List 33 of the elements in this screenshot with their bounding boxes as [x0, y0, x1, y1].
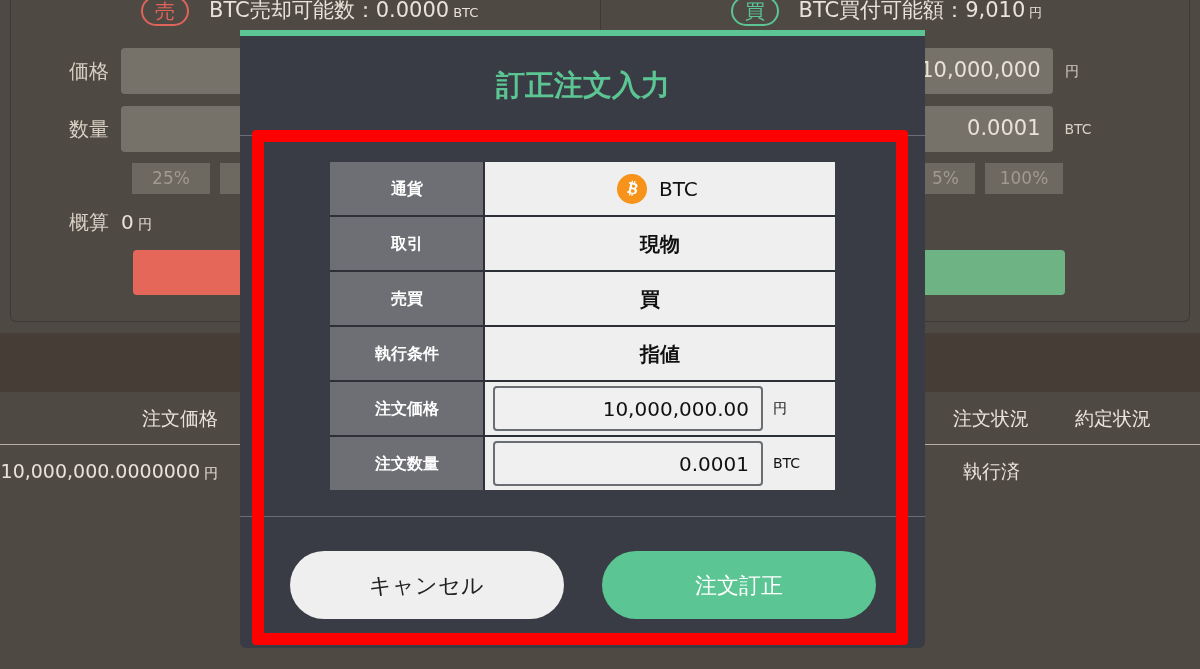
detail-label: 通貨 [330, 162, 483, 215]
detail-label: 執行条件 [330, 327, 483, 380]
submit-button[interactable]: 注文訂正 [601, 551, 876, 619]
bitcoin-icon [617, 173, 647, 204]
field-label: 価格 [69, 58, 109, 85]
table-cell-text: 執行済 [962, 458, 1020, 484]
unit-label: BTC [1064, 119, 1092, 139]
detail-value: 現物 [640, 230, 680, 258]
side-badge: 売 [141, 0, 189, 26]
column-header: 注文価格 [142, 405, 218, 431]
modal-title: 訂正注文入力 [495, 66, 670, 104]
column-header: 注文状況 [953, 405, 1029, 431]
detail-label: 取引 [330, 217, 483, 270]
column-header: 約定状況 [1075, 405, 1151, 431]
detail-label: 注文数量 [330, 437, 483, 490]
detail-value: BTC [659, 175, 698, 203]
table-cell-text: 10,000,000.0000000 円 [0, 458, 218, 484]
side-badge: 買 [730, 0, 779, 26]
input-field[interactable]: 10,000,000.00 [493, 386, 763, 431]
unit-label: BTC [773, 454, 801, 473]
detail-label: 売買 [330, 272, 483, 325]
detail-label: 注文価格 [330, 382, 483, 435]
input-field[interactable]: 0.0001 [493, 441, 763, 486]
available-amount: BTC売却可能数：0.0000 BTC [209, 0, 479, 25]
cancel-button[interactable]: キャンセル [289, 551, 564, 619]
available-amount: BTC買付可能額：9,010 円 [798, 0, 1043, 25]
unit-label: 円 [1064, 61, 1079, 81]
estimate-value: 0 円 [121, 209, 152, 236]
detail-value: 指値 [640, 340, 680, 368]
detail-value: 買 [640, 285, 660, 313]
field-label: 数量 [69, 116, 109, 143]
estimate-label: 概算 [69, 209, 109, 236]
unit-label: 円 [773, 399, 787, 418]
